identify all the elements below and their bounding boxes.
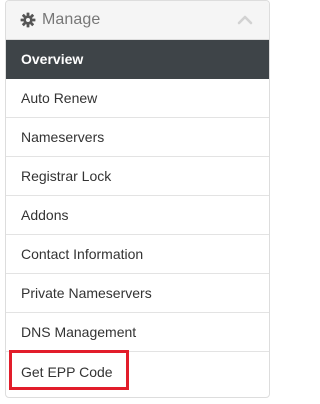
gear-icon bbox=[20, 12, 36, 28]
menu-item-overview[interactable]: Overview bbox=[6, 40, 269, 79]
manage-menu: Overview Auto Renew Nameservers Registra… bbox=[6, 40, 269, 391]
menu-item-label: Registrar Lock bbox=[21, 168, 112, 184]
menu-item-get-epp-code[interactable]: Get EPP Code bbox=[6, 350, 269, 391]
manage-panel: Manage Overview Auto Renew Nameservers R… bbox=[5, 0, 270, 398]
menu-item-nameservers[interactable]: Nameservers bbox=[6, 118, 269, 157]
menu-item-label: Contact Information bbox=[21, 246, 144, 262]
menu-item-label: Private Nameservers bbox=[21, 285, 152, 301]
panel-header[interactable]: Manage bbox=[6, 1, 269, 40]
menu-item-dns-management[interactable]: DNS Management bbox=[6, 313, 269, 352]
menu-item-label: Auto Renew bbox=[21, 90, 98, 106]
menu-item-label: Overview bbox=[21, 51, 84, 67]
menu-item-addons[interactable]: Addons bbox=[6, 196, 269, 235]
menu-item-private-nameservers[interactable]: Private Nameservers bbox=[6, 274, 269, 313]
menu-item-label: DNS Management bbox=[21, 324, 137, 340]
chevron-up-icon[interactable] bbox=[237, 12, 253, 28]
menu-item-auto-renew[interactable]: Auto Renew bbox=[6, 79, 269, 118]
panel-title: Manage bbox=[42, 11, 101, 28]
menu-item-label: Addons bbox=[21, 207, 69, 223]
menu-item-label: Nameservers bbox=[21, 129, 105, 145]
menu-item-contact-information[interactable]: Contact Information bbox=[6, 235, 269, 274]
menu-item-label: Get EPP Code bbox=[21, 363, 113, 380]
menu-item-registrar-lock[interactable]: Registrar Lock bbox=[6, 157, 269, 196]
